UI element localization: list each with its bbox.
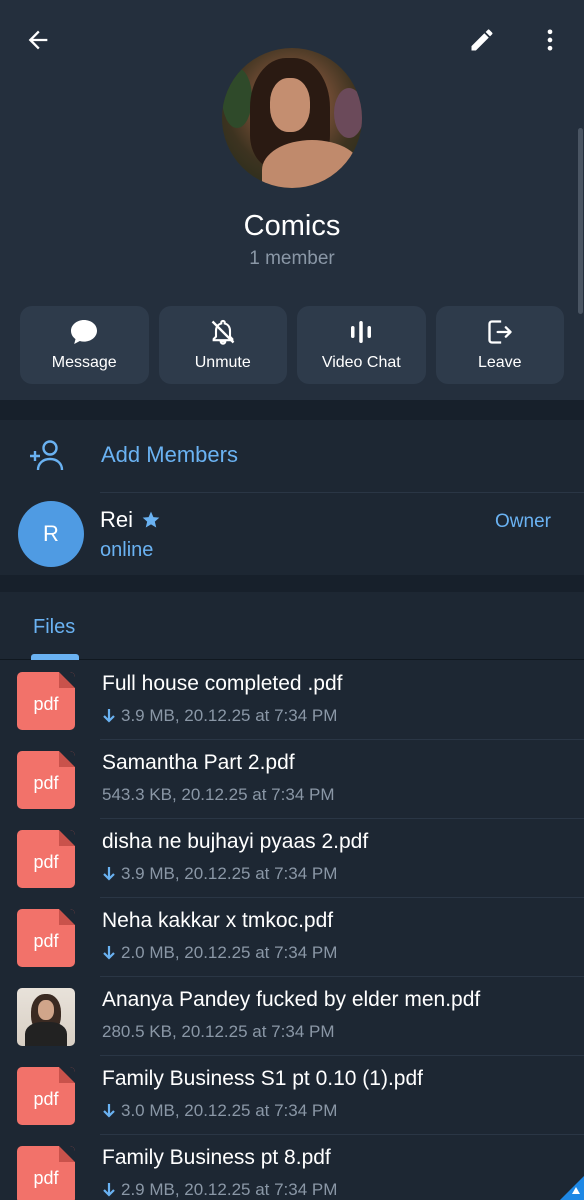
- file-name: Family Business pt 8.pdf: [102, 1146, 331, 1169]
- file-meta-text: 3.9 MB, 20.12.25 at 7:34 PM: [121, 864, 338, 883]
- file-ext-label: pdf: [33, 1168, 59, 1188]
- section-divider: [0, 400, 584, 420]
- video-chat-label: Video Chat: [321, 354, 401, 371]
- file-list: pdf Full house completed .pdf 3.9 MB, 20…: [0, 661, 584, 1200]
- profile-header: Comics 1 member Message Unmute Video Cha…: [0, 0, 584, 400]
- file-name: Ananya Pandey fucked by elder men.pdf: [102, 988, 481, 1011]
- group-title: Comics: [243, 210, 341, 242]
- file-ext-label: pdf: [33, 773, 59, 793]
- file-ext-label: pdf: [33, 852, 59, 872]
- message-button[interactable]: Message: [20, 306, 149, 384]
- pencil-icon: [471, 29, 493, 51]
- file-meta: 3.0 MB, 20.12.25 at 7:34 PM: [102, 1101, 337, 1121]
- file-name: Samantha Part 2.pdf: [102, 751, 295, 774]
- download-arrow-icon[interactable]: [102, 866, 116, 882]
- member-role: Owner: [495, 511, 551, 532]
- bell-off-icon: [211, 319, 235, 345]
- pdf-file-icon: pdf: [17, 1067, 75, 1125]
- file-meta-text: 3.9 MB, 20.12.25 at 7:34 PM: [121, 706, 338, 725]
- leave-button[interactable]: Leave: [435, 306, 564, 384]
- media-tabs: Files: [0, 592, 584, 660]
- pdf-file-icon: pdf: [17, 1146, 75, 1200]
- file-meta-text: 3.0 MB, 20.12.25 at 7:34 PM: [121, 1101, 338, 1120]
- file-ext-label: pdf: [33, 694, 59, 714]
- file-item[interactable]: pdf Neha kakkar x tmkoc.pdf 2.0 MB, 20.1…: [0, 898, 584, 977]
- pdf-file-icon: pdf: [17, 909, 75, 967]
- file-meta: 3.9 MB, 20.12.25 at 7:34 PM: [102, 706, 337, 726]
- section-divider: [0, 575, 584, 592]
- file-meta-text: 2.9 MB, 20.12.25 at 7:34 PM: [121, 1180, 338, 1199]
- file-ext-label: pdf: [33, 931, 59, 951]
- download-arrow-icon[interactable]: [102, 708, 116, 724]
- file-meta: 3.9 MB, 20.12.25 at 7:34 PM: [102, 864, 337, 884]
- file-meta: 2.0 MB, 20.12.25 at 7:34 PM: [102, 943, 337, 963]
- file-item[interactable]: pdf Full house completed .pdf 3.9 MB, 20…: [0, 661, 584, 740]
- chat-bubble-icon: [71, 320, 98, 344]
- file-name: disha ne bujhayi pyaas 2.pdf: [102, 830, 369, 853]
- video-chat-button[interactable]: Video Chat: [297, 306, 426, 384]
- member-name: Rei: [100, 507, 161, 533]
- action-buttons: Message Unmute Video Chat Leave: [20, 306, 564, 384]
- pdf-file-icon: pdf: [17, 751, 75, 809]
- file-item[interactable]: pdf Samantha Part 2.pdf 543.3 KB, 20.12.…: [0, 740, 584, 819]
- add-members-label: Add Members: [101, 442, 238, 467]
- file-item[interactable]: pdf Family Business pt 8.pdf 2.9 MB, 20.…: [0, 1135, 584, 1200]
- more-vertical-icon: [547, 29, 553, 51]
- corner-badge-icon: [560, 1176, 584, 1200]
- unmute-label: Unmute: [194, 354, 251, 371]
- file-meta: 280.5 KB, 20.12.25 at 7:34 PM: [102, 1022, 335, 1042]
- file-ext-label: pdf: [33, 1089, 59, 1109]
- file-meta-text: 280.5 KB, 20.12.25 at 7:34 PM: [102, 1022, 335, 1041]
- leave-icon: [488, 320, 512, 344]
- tab-files[interactable]: Files: [33, 616, 75, 639]
- file-meta: 543.3 KB, 20.12.25 at 7:34 PM: [102, 785, 335, 805]
- file-meta-text: 2.0 MB, 20.12.25 at 7:34 PM: [121, 943, 338, 962]
- file-item[interactable]: Ananya Pandey fucked by elder men.pdf 28…: [0, 977, 584, 1056]
- file-name: Neha kakkar x tmkoc.pdf: [102, 909, 334, 932]
- pdf-file-icon: pdf: [17, 830, 75, 888]
- leave-label: Leave: [477, 354, 522, 371]
- file-item[interactable]: pdf disha ne bujhayi pyaas 2.pdf 3.9 MB,…: [0, 819, 584, 898]
- file-name: Full house completed .pdf: [102, 672, 343, 695]
- more-options-button[interactable]: [532, 22, 568, 58]
- member-item[interactable]: R Rei online Owner: [0, 493, 584, 575]
- unmute-button[interactable]: Unmute: [158, 306, 287, 384]
- download-arrow-icon[interactable]: [102, 945, 116, 961]
- file-name: Family Business S1 pt 0.10 (1).pdf: [102, 1067, 423, 1090]
- file-thumbnail: [17, 988, 75, 1046]
- member-name-text: Rei: [100, 507, 134, 532]
- add-members-row[interactable]: Add Members: [0, 420, 584, 492]
- edit-button[interactable]: [464, 22, 500, 58]
- star-icon: [142, 511, 160, 528]
- member-status: online: [100, 539, 154, 561]
- tab-indicator: [31, 654, 79, 660]
- download-arrow-icon[interactable]: [102, 1103, 116, 1119]
- pdf-file-icon: pdf: [17, 672, 75, 730]
- file-meta-text: 543.3 KB, 20.12.25 at 7:34 PM: [102, 785, 335, 804]
- back-button[interactable]: [20, 22, 56, 58]
- add-user-icon: [30, 440, 64, 471]
- message-label: Message: [51, 354, 117, 371]
- scrollbar[interactable]: [578, 128, 583, 314]
- voice-chat-icon: [351, 321, 372, 343]
- group-avatar[interactable]: [222, 48, 362, 188]
- member-count: 1 member: [249, 248, 335, 269]
- arrow-left-icon: [28, 30, 48, 50]
- file-item[interactable]: pdf Family Business S1 pt 0.10 (1).pdf 3…: [0, 1056, 584, 1135]
- avatar: R: [18, 501, 84, 567]
- file-meta: 2.9 MB, 20.12.25 at 7:34 PM: [102, 1180, 337, 1200]
- download-arrow-icon[interactable]: [102, 1182, 116, 1198]
